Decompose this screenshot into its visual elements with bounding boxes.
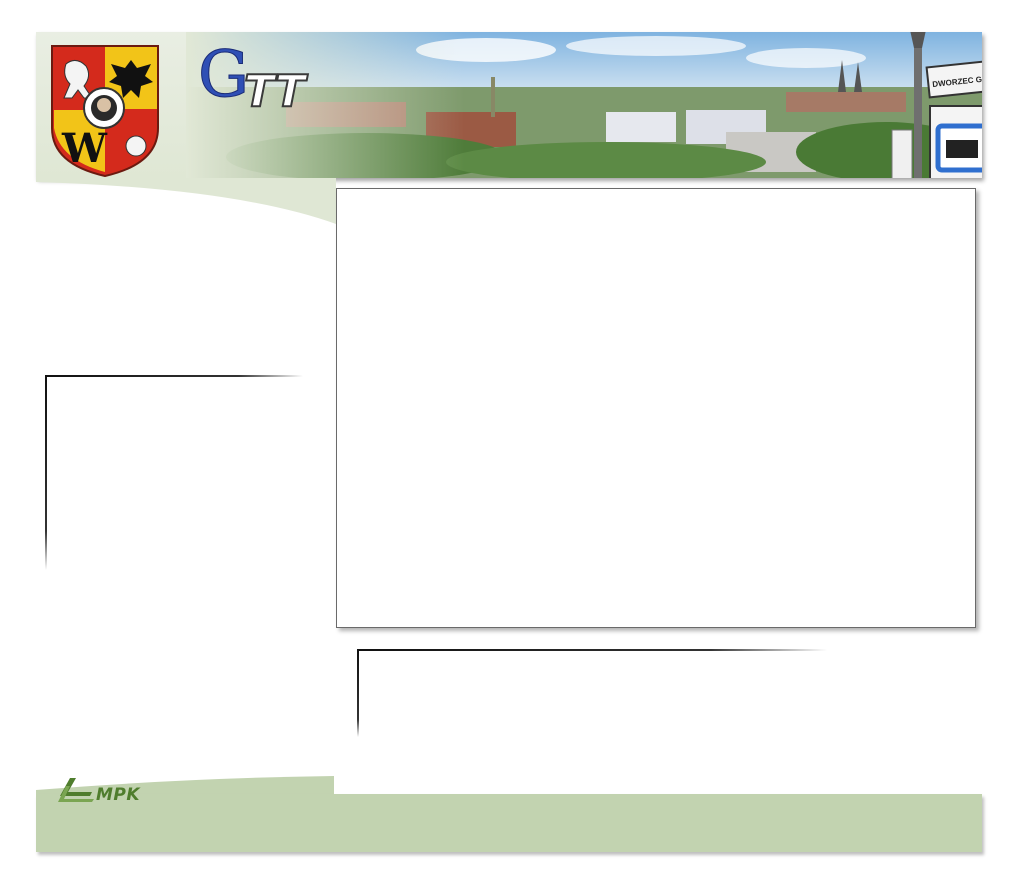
- left-sidebar-frame: [45, 375, 303, 570]
- bottom-content-frame: [357, 649, 827, 737]
- footer: MPK: [36, 772, 984, 854]
- svg-text:G: G: [198, 44, 249, 112]
- frame-top-border: [357, 649, 827, 651]
- main-content-panel: [336, 188, 976, 628]
- frame-left-border: [357, 649, 359, 737]
- footer-bar: [36, 794, 982, 852]
- svg-text:TT: TT: [244, 66, 308, 114]
- mpk-brand-label[interactable]: MPK: [96, 785, 140, 805]
- tram-stop-sign-icon: DWORZEC GŁ. PKP: [891, 32, 982, 178]
- frame-left-border: [45, 375, 47, 570]
- frame-top-border: [45, 375, 303, 377]
- gtt-logo: G TT: [198, 44, 309, 114]
- coat-of-arms-icon: W: [51, 45, 159, 178]
- header-banner: W G TT DWORZEC GŁ. PKP: [36, 32, 982, 178]
- sidebar-curve-decoration: [36, 178, 336, 224]
- svg-text:W: W: [61, 125, 108, 172]
